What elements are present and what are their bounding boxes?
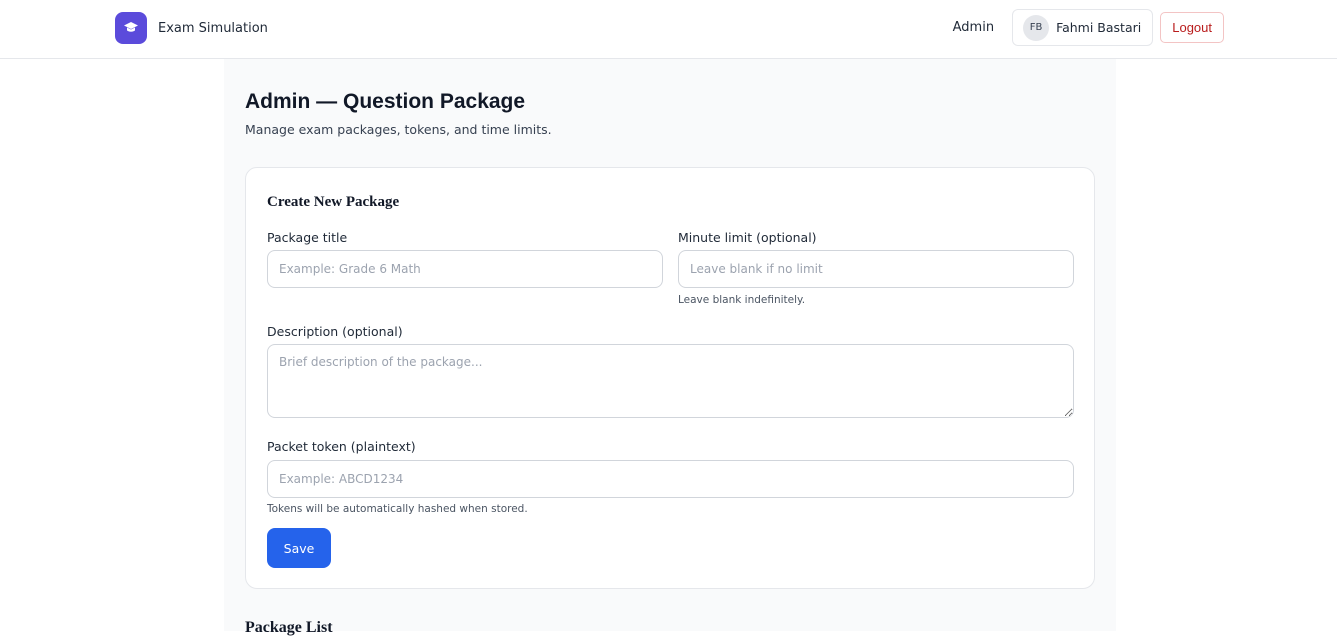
minute-limit-label: Minute limit (optional) — [678, 230, 817, 245]
token-input[interactable] — [267, 460, 1074, 498]
avatar: FB — [1023, 14, 1050, 41]
page-subtitle: Manage exam packages, tokens, and time l… — [245, 122, 552, 137]
minute-limit-input[interactable] — [678, 250, 1074, 288]
top-navbar: Exam Simulation Admin FB Fahmi Bastari L… — [0, 0, 1337, 59]
package-title-input[interactable] — [267, 250, 663, 288]
user-name: Fahmi Bastari — [1056, 20, 1142, 35]
main-content: Admin — Question Package Manage exam pac… — [224, 59, 1116, 636]
nav-right: Admin FB Fahmi Bastari Logout — [953, 9, 1224, 46]
save-button[interactable]: Save — [267, 528, 331, 568]
description-textarea[interactable] — [267, 344, 1074, 418]
card-title: Create New Package — [267, 194, 400, 210]
app-title: Exam Simulation — [158, 20, 268, 36]
graduation-cap-icon — [115, 12, 147, 44]
create-package-card: Create New Package Package title Minute … — [245, 167, 1095, 589]
user-menu[interactable]: FB Fahmi Bastari — [1012, 9, 1154, 46]
minute-limit-hint: Leave blank indefinitely. — [678, 294, 806, 306]
token-label: Packet token (plaintext) — [267, 439, 416, 454]
package-list-title: Package List — [245, 619, 333, 636]
nav-link-admin[interactable]: Admin — [953, 20, 994, 35]
logout-button[interactable]: Logout — [1160, 12, 1224, 43]
package-title-label: Package title — [267, 230, 348, 245]
brand[interactable]: Exam Simulation — [115, 12, 268, 44]
description-label: Description (optional) — [267, 324, 403, 339]
page-title: Admin — Question Package — [245, 90, 526, 113]
token-hint: Tokens will be automatically hashed when… — [267, 503, 528, 515]
